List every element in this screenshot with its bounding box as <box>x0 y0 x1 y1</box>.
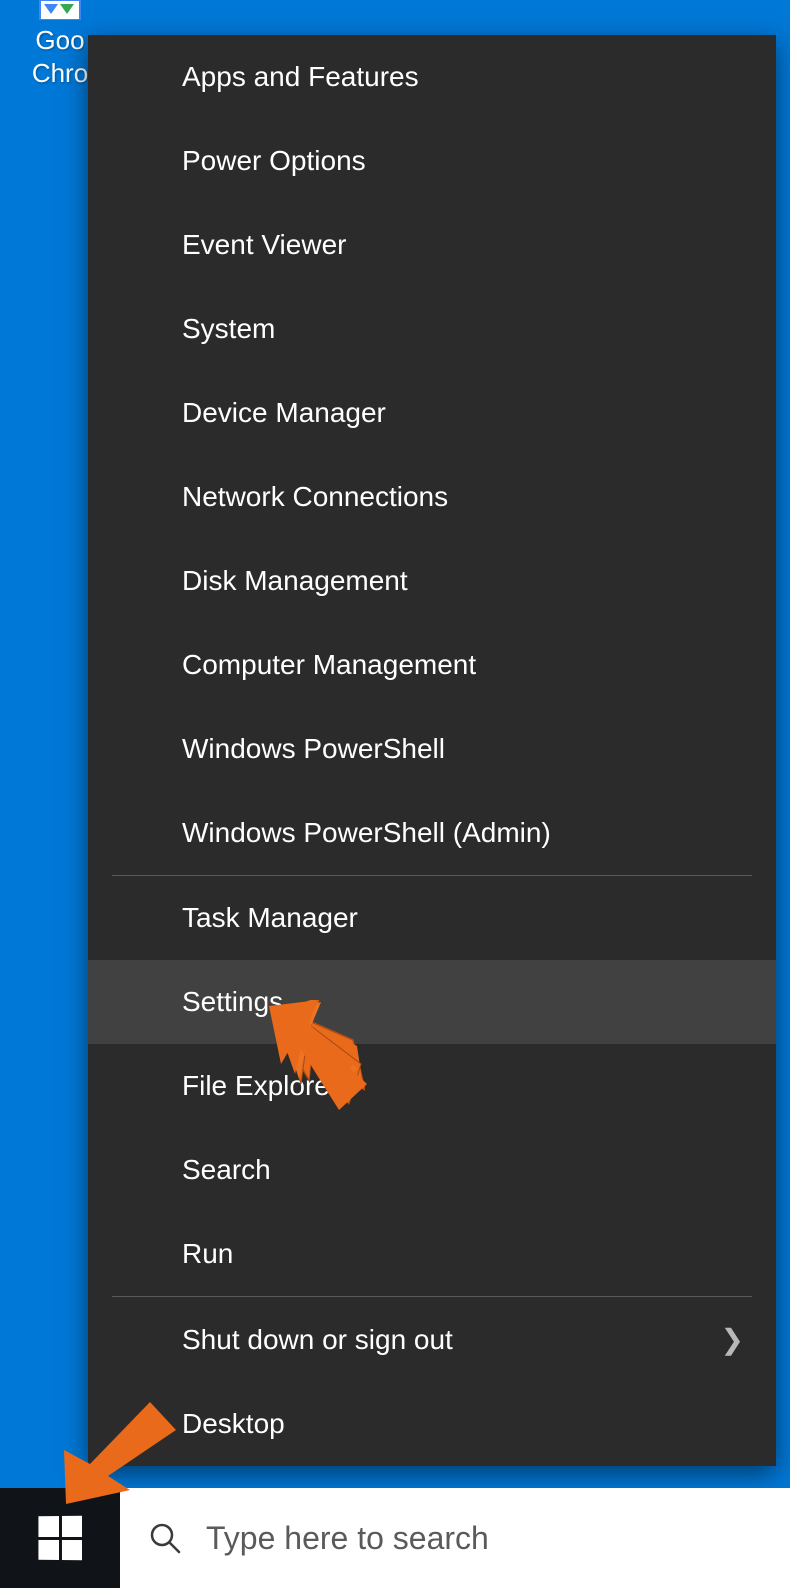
menu-item-run[interactable]: Run <box>88 1212 776 1296</box>
winx-quick-link-menu: Apps and Features Power Options Event Vi… <box>88 35 776 1466</box>
taskbar-search[interactable] <box>120 1488 790 1588</box>
chevron-right-icon: ❯ <box>721 1323 744 1356</box>
menu-item-powershell-admin[interactable]: Windows PowerShell (Admin) <box>88 791 776 875</box>
chrome-icon <box>30 0 90 20</box>
menu-item-settings[interactable]: Settings <box>88 960 776 1044</box>
desktop-shortcut-label: Goo Chro <box>30 24 90 89</box>
menu-item-device-manager[interactable]: Device Manager <box>88 371 776 455</box>
search-icon <box>148 1521 182 1555</box>
menu-item-disk-management[interactable]: Disk Management <box>88 539 776 623</box>
menu-item-apps-features[interactable]: Apps and Features <box>88 35 776 119</box>
taskbar <box>0 1488 790 1588</box>
menu-item-system[interactable]: System <box>88 287 776 371</box>
menu-item-network-connections[interactable]: Network Connections <box>88 455 776 539</box>
menu-item-task-manager[interactable]: Task Manager <box>88 876 776 960</box>
menu-item-desktop[interactable]: Desktop <box>88 1382 776 1466</box>
menu-item-powershell[interactable]: Windows PowerShell <box>88 707 776 791</box>
search-input[interactable] <box>206 1520 762 1557</box>
menu-item-shutdown-signout[interactable]: Shut down or sign out ❯ <box>88 1297 776 1382</box>
menu-item-event-viewer[interactable]: Event Viewer <box>88 203 776 287</box>
menu-item-power-options[interactable]: Power Options <box>88 119 776 203</box>
windows-logo-icon <box>38 1516 82 1560</box>
menu-item-search[interactable]: Search <box>88 1128 776 1212</box>
menu-item-computer-management[interactable]: Computer Management <box>88 623 776 707</box>
start-button[interactable] <box>0 1488 120 1588</box>
desktop-shortcut-chrome[interactable]: Goo Chro <box>30 0 90 89</box>
menu-item-file-explorer[interactable]: File Explorer <box>88 1044 776 1128</box>
